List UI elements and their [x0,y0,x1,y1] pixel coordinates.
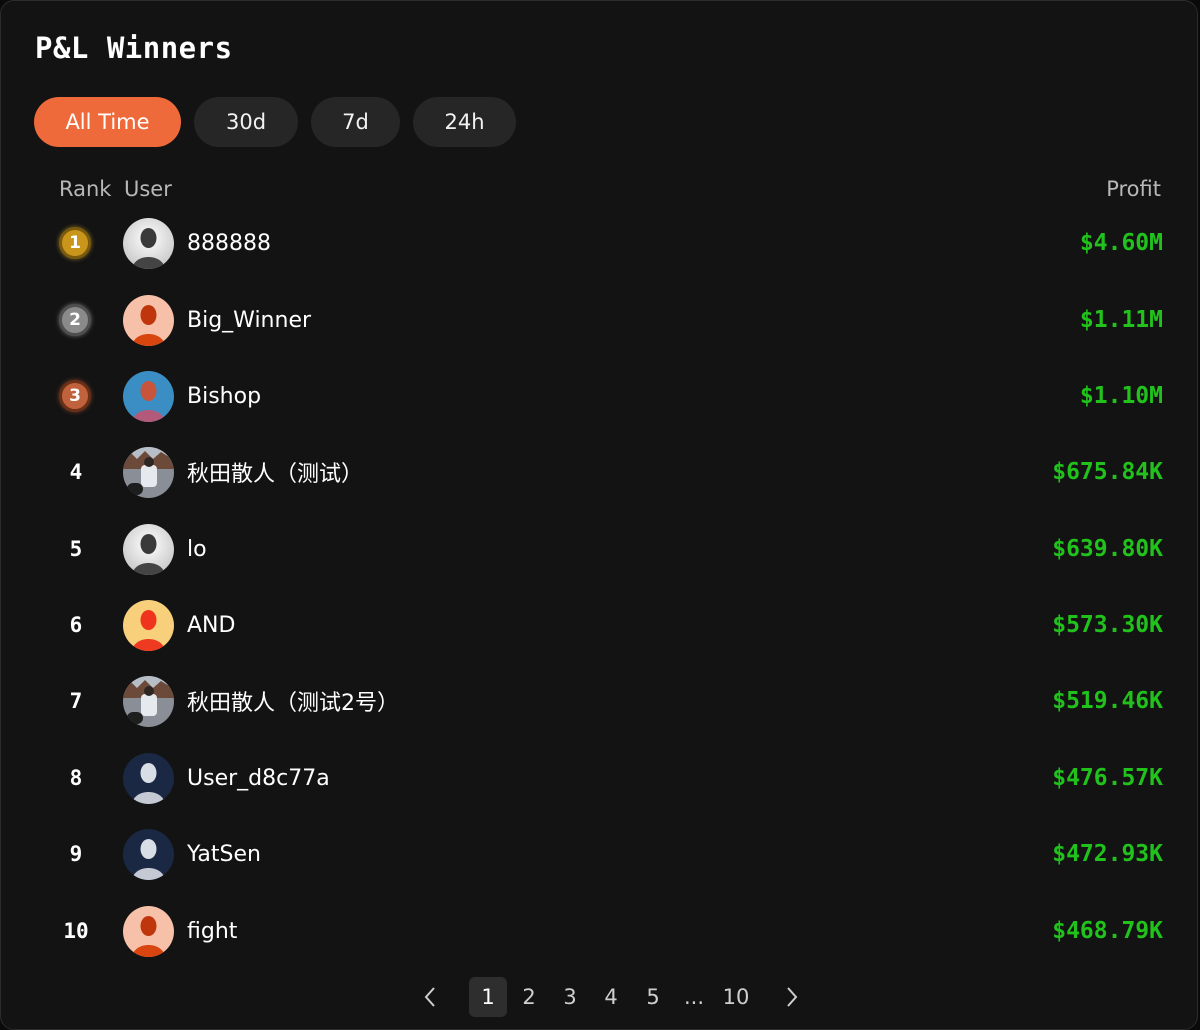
tab-all-time[interactable]: All Time [34,97,181,147]
rank-number: 4 [69,460,83,484]
profit-value: $573.30K [1052,612,1163,638]
rank-number: 6 [69,613,83,637]
leaderboard-row[interactable]: 10 fight $468.79K [1,901,1199,961]
rank-number: 7 [69,689,83,713]
username[interactable]: fight [187,901,237,961]
page-button-10[interactable]: 10 [717,977,755,1017]
profit-value: $675.84K [1052,459,1163,485]
profit-value: $476.57K [1052,765,1163,791]
leaderboard-row[interactable]: 9 YatSen $472.93K [1,824,1199,884]
page-button-2[interactable]: 2 [510,977,548,1017]
tab-7d[interactable]: 7d [311,97,400,147]
profit-value: $4.60M [1079,230,1163,256]
avatar[interactable] [123,447,174,498]
leaderboard-row[interactable]: 4 秋田散人（测试） $675.84K [1,442,1199,502]
profit-value: $519.46K [1052,688,1163,714]
page-button-1[interactable]: 1 [469,977,507,1017]
leaderboard-row[interactable]: 2 Big_Winner $1.11M [1,290,1199,350]
username[interactable]: 888888 [187,213,271,273]
tab-24h[interactable]: 24h [413,97,516,147]
username[interactable]: Big_Winner [187,290,311,350]
profit-value: $1.10M [1079,383,1163,409]
column-header-user: User [124,177,172,201]
avatar[interactable] [123,906,174,957]
profit-value: $639.80K [1052,536,1163,562]
column-header-profit: Profit [1106,177,1161,201]
leaderboard-row[interactable]: 7 秋田散人（测试2号） $519.46K [1,671,1199,731]
avatar[interactable] [123,524,174,575]
column-header-rank: Rank [59,177,112,201]
username[interactable]: AND [187,595,235,655]
username[interactable]: Bishop [187,366,261,426]
leaderboard-row[interactable]: 1 888888 $4.60M [1,213,1199,273]
avatar[interactable] [123,295,174,346]
page-ellipsis: ... [683,985,705,1009]
pagination: 1 2 3 4 5 ... 10 [1,977,1199,1017]
panel-title: P&L Winners [35,31,233,65]
username[interactable]: YatSen [187,824,261,884]
rank-number: 8 [69,766,83,790]
leaderboard-row[interactable]: 3 Bishop $1.10M [1,366,1199,426]
username[interactable]: lo [187,519,207,579]
tab-30d[interactable]: 30d [194,97,298,147]
page-button-4[interactable]: 4 [592,977,630,1017]
profit-value: $1.11M [1079,307,1163,333]
username[interactable]: User_d8c77a [187,748,330,808]
bronze-medal-icon: 3 [59,380,91,412]
rank-number: 9 [69,842,83,866]
username[interactable]: 秋田散人（测试2号） [187,671,399,731]
chevron-right-icon[interactable] [773,977,811,1017]
page-button-5[interactable]: 5 [634,977,672,1017]
rank-number: 10 [63,919,89,943]
pnl-winners-panel: P&L Winners All Time 30d 7d 24h Rank Use… [0,0,1198,1030]
silver-medal-icon: 2 [59,304,91,336]
page-button-3[interactable]: 3 [551,977,589,1017]
profit-value: $472.93K [1052,841,1163,867]
avatar[interactable] [123,829,174,880]
avatar[interactable] [123,753,174,804]
leaderboard-row[interactable]: 8 User_d8c77a $476.57K [1,748,1199,808]
leaderboard-row[interactable]: 6 AND $573.30K [1,595,1199,655]
chevron-left-icon[interactable] [411,977,449,1017]
avatar[interactable] [123,676,174,727]
avatar[interactable] [123,218,174,269]
avatar[interactable] [123,371,174,422]
gold-medal-icon: 1 [59,227,91,259]
username[interactable]: 秋田散人（测试） [187,442,363,502]
avatar[interactable] [123,600,174,651]
rank-number: 5 [69,537,83,561]
leaderboard-row[interactable]: 5 lo $639.80K [1,519,1199,579]
profit-value: $468.79K [1052,918,1163,944]
